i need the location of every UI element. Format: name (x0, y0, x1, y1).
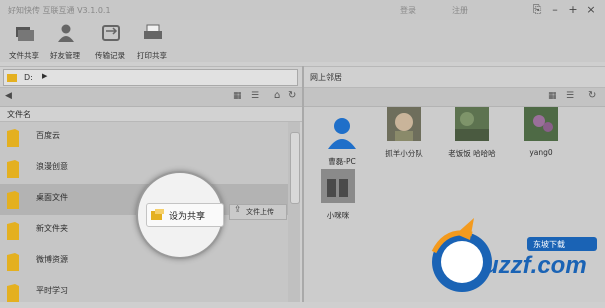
folder-icon (7, 222, 19, 240)
folder-icon (7, 74, 17, 82)
user-avatar-icon (321, 169, 355, 203)
list-item[interactable]: 浪漫创意 (0, 153, 288, 184)
title-bar: 好知快传 互联互通 V3.1.0.1 登录 注册 ⎘ – + × (0, 0, 605, 20)
user-icon (58, 24, 74, 42)
network-panel-title: 网上邻居 (310, 73, 342, 82)
folder-icon (7, 253, 19, 271)
folder-icon (7, 129, 19, 147)
file-name: 百度云 (36, 131, 60, 140)
folder-icon (7, 191, 19, 209)
file-name: 微博资源 (36, 255, 68, 264)
file-list-header[interactable]: 文件名 (0, 107, 302, 122)
close-button[interactable]: × (584, 3, 598, 17)
folder-icon (7, 284, 19, 302)
file-share-label: 文件共享 (9, 51, 39, 60)
user-name: 抓羊小分队 (385, 149, 423, 158)
refresh-icon[interactable]: ↻ (288, 90, 296, 101)
maximize-button[interactable]: + (566, 3, 580, 17)
grid-view-icon[interactable]: ▦ (233, 91, 242, 101)
user-avatar-icon (455, 107, 489, 141)
path-value: D: (24, 73, 33, 82)
upload-label: 文件上传 (246, 208, 274, 216)
path-input[interactable]: D: ▶ (3, 69, 298, 86)
minimize-button[interactable]: – (548, 3, 562, 17)
list-item[interactable]: 微博资源 (0, 246, 288, 277)
share-folder-icon (151, 209, 164, 220)
upload-icon: ⇪ (234, 205, 242, 215)
friend-manage-button[interactable]: 好友管理 (45, 22, 85, 62)
magnifier-callout: 设为共享 (136, 171, 224, 259)
file-name: 桌面文件 (36, 193, 68, 202)
set-share-label: 设为共享 (169, 212, 206, 222)
file-list-scrollbar[interactable] (288, 122, 300, 302)
transfer-icon (102, 25, 120, 41)
list-view-icon[interactable]: ☰ (566, 91, 574, 101)
back-arrow-icon[interactable]: ◀ (5, 91, 12, 101)
filename-column-header: 文件名 (7, 110, 31, 119)
print-share-label: 打印共享 (137, 51, 167, 60)
folder-icon (7, 160, 19, 178)
list-item[interactable]: 平时学习 (0, 277, 288, 308)
list-item[interactable]: 百度云 (0, 122, 288, 153)
skin-button[interactable]: ⎘ (530, 3, 544, 17)
user-avatar-icon (387, 107, 421, 141)
register-link[interactable]: 注册 (452, 5, 468, 16)
login-link[interactable]: 登录 (400, 5, 416, 16)
print-share-button[interactable]: 打印共享 (132, 22, 172, 62)
user-name: 老饭饭 哈哈哈 (448, 149, 496, 158)
list-view-icon[interactable]: ☰ (251, 91, 259, 101)
default-user-icon (328, 118, 356, 149)
user-avatar-icon (524, 107, 558, 141)
file-panel-toolbar: ◀ ▦ ☰ ⌂ ↻ (0, 88, 302, 107)
transfer-record-label: 传输记录 (95, 51, 125, 60)
file-share-icon (16, 27, 34, 41)
user-name: 小咪咪 (326, 211, 350, 220)
user-name: 曹磊-PC (328, 157, 356, 166)
watermark-tagline: 东坡下载 (533, 240, 565, 249)
home-icon[interactable]: ⌂ (274, 90, 280, 101)
file-name: 平时学习 (36, 286, 68, 295)
file-share-button[interactable]: 文件共享 (4, 22, 44, 62)
watermark-text: uzzf.com (484, 252, 587, 279)
transfer-record-button[interactable]: 传输记录 (90, 22, 130, 62)
toolbar: 文件共享 好友管理 传输记录 打印共享 (0, 20, 605, 62)
user-name: yang0 (529, 148, 553, 157)
set-share-button[interactable]: 设为共享 (146, 203, 224, 227)
refresh-icon[interactable]: ↻ (588, 90, 596, 101)
file-name: 浪漫创意 (36, 162, 68, 171)
file-name: 新文件夹 (36, 224, 68, 233)
friend-manage-label: 好友管理 (50, 51, 80, 60)
printer-icon (144, 24, 162, 39)
scrollbar-thumb[interactable] (290, 132, 300, 204)
path-arrow-icon[interactable]: ▶ (42, 72, 47, 80)
app-title: 好知快传 互联互通 V3.1.0.1 (8, 6, 111, 15)
network-panel-toolbar: ▦ ☰ ↻ (304, 88, 605, 107)
watermark-tagline-box: 东坡下载 (527, 237, 597, 251)
grid-view-icon[interactable]: ▦ (548, 91, 557, 101)
watermark-logo: 东坡下载 uzzf.com (426, 212, 605, 302)
upload-button[interactable]: ⇪ 文件上传 (229, 204, 287, 220)
